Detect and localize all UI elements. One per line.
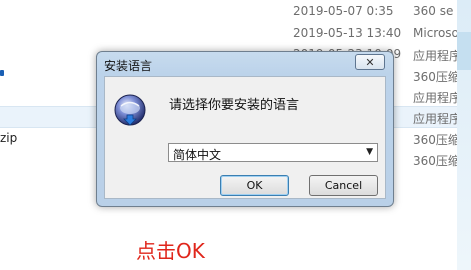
file-date: 2019-05-07 0:35: [293, 4, 394, 18]
file-date: 2019-05-13 13:40: [293, 26, 402, 40]
language-select-value: 简体中文: [173, 148, 222, 162]
close-button[interactable]: ✕: [355, 54, 385, 70]
chevron-down-icon[interactable]: ▼: [366, 147, 373, 157]
install-language-dialog: 安装语言 ✕ 请选择你要安装的语言 简体中文 ▼ OK Cancel: [96, 51, 394, 207]
cancel-button[interactable]: Cancel: [309, 175, 378, 196]
file-type: 应用程序: [413, 49, 462, 63]
language-prompt: 请选择你要安装的语言: [169, 98, 300, 113]
dialog-body: 请选择你要安装的语言 简体中文 ▼ OK Cancel: [104, 76, 386, 199]
file-type: 应用程序: [413, 112, 462, 126]
file-row[interactable]: 2019-05-13 13:40 Microsof: [0, 23, 471, 43]
dialog-title: 安装语言: [104, 59, 153, 73]
installer-icon: [114, 94, 146, 126]
scrollbar-strip[interactable]: [457, 0, 471, 270]
file-name: zip: [0, 131, 18, 145]
scrollbar-thumb[interactable]: [457, 32, 471, 70]
instruction-annotation: 点击OK: [136, 239, 205, 263]
file-type: Microsof: [413, 26, 464, 40]
close-icon: ✕: [365, 55, 375, 69]
ok-button[interactable]: OK: [220, 175, 289, 196]
language-select[interactable]: 简体中文 ▼: [168, 143, 378, 162]
file-row[interactable]: 2019-05-07 0:35 360 se H: [0, 1, 471, 21]
selection-marker: [0, 70, 4, 76]
file-type: 应用程序: [413, 91, 462, 105]
